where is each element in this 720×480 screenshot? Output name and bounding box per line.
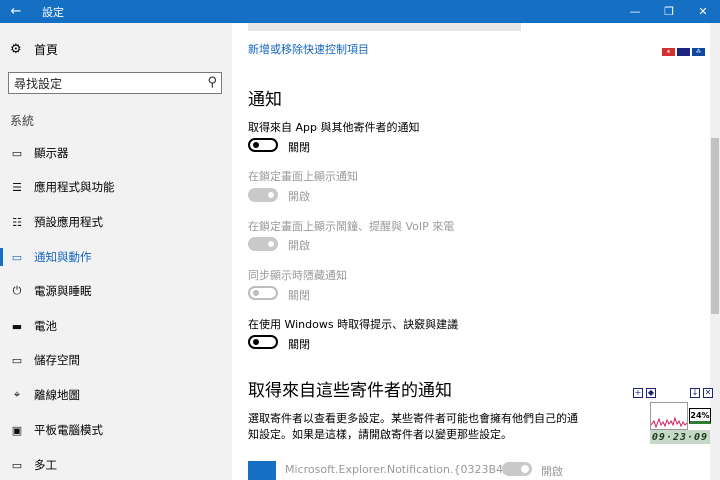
gadget-controls-left: + ◆ — [633, 388, 656, 398]
lock-screen-notifications-toggle[interactable] — [248, 188, 278, 202]
minimize-button[interactable]: — — [618, 0, 652, 23]
option-label: 在鎖定畫面上顯示鬧鐘、提醒與 VoIP 來電 — [248, 220, 455, 233]
language-flags: ★ ⁂ — [662, 48, 705, 56]
sidebar-item-label: 儲存空間 — [34, 353, 80, 367]
tips-toggle[interactable] — [248, 335, 278, 349]
settings-icon[interactable]: ◆ — [646, 388, 656, 398]
back-button[interactable]: ← — [0, 0, 32, 23]
section-label: 系統 — [10, 114, 35, 128]
down-arrow-icon[interactable]: ↓ — [690, 388, 700, 398]
toggle-knob — [268, 241, 274, 247]
sidebar-item-apps[interactable]: ☰ 應用程式與功能 — [0, 172, 232, 202]
lock-screen-alarms-toggle[interactable] — [248, 237, 278, 251]
toggle-knob — [253, 290, 259, 296]
gadget-controls-right: ↓ ✕ — [690, 388, 713, 398]
sidebar-item-storage[interactable]: ▭ 儲存空間 — [0, 345, 232, 375]
close-icon[interactable]: ✕ — [703, 388, 713, 398]
sidebar-item-default-apps[interactable]: ☷ 預設應用程式 — [0, 207, 232, 237]
quick-actions-link[interactable]: 新增或移除快速控制項目 — [248, 41, 369, 57]
search-icon[interactable]: ⚲ — [207, 75, 217, 90]
sidebar-item-tablet-mode[interactable]: ▣ 平板電腦模式 — [0, 415, 232, 445]
flag-icon[interactable]: ★ — [662, 48, 675, 56]
cpu-graph-line — [650, 416, 688, 429]
cpu-graph — [650, 402, 688, 430]
apps-list-icon: ☰ — [12, 180, 22, 194]
minimize-icon: — — [629, 5, 641, 18]
gadget-clock: 09·23·09 — [650, 430, 710, 444]
option-label: 取得來自 App 與其他寄件者的通知 — [248, 121, 420, 134]
app-notifications-toggle[interactable] — [248, 138, 278, 152]
maximize-icon: ❐ — [664, 5, 674, 18]
notification-icon: ▭ — [11, 250, 23, 264]
home-label: 首頁 — [34, 43, 59, 57]
sidebar-item-label: 顯示器 — [34, 146, 69, 160]
sidebar-item-notifications[interactable]: ▭ 通知與動作 — [0, 242, 232, 272]
close-button[interactable]: ✕ — [686, 0, 720, 23]
sidebar-item-battery[interactable]: ▬ 電池 — [0, 311, 232, 341]
sender-app-icon[interactable] — [248, 461, 276, 480]
sender-name[interactable]: Microsoft.Explorer.Notification.{0323B4A… — [285, 463, 529, 476]
sidebar-item-multitasking[interactable]: ▭ 多工 — [0, 450, 232, 480]
option-label: 同步顯示時隱藏通知 — [248, 269, 347, 282]
monitor-icon: ▭ — [11, 146, 23, 160]
toggle-knob — [253, 339, 259, 345]
scrollbar[interactable] — [710, 23, 720, 480]
sidebar-item-label: 電池 — [34, 319, 57, 333]
toggle-state: 關閉 — [288, 338, 310, 351]
previous-section-edge — [248, 23, 521, 31]
title-bar: ← 設定 — ❐ ✕ — [0, 0, 720, 23]
sidebar-item-label: 多工 — [34, 458, 57, 472]
gear-icon: ⚙ — [10, 42, 22, 57]
sidebar-item-power[interactable]: ⏻ 電源與睡眠 — [0, 276, 232, 306]
search-input[interactable]: 尋找設定 ⚲ — [8, 72, 222, 94]
sidebar-item-label: 預設應用程式 — [34, 215, 103, 229]
option-label: 在鎖定畫面上顯示通知 — [248, 170, 358, 183]
plus-icon[interactable]: + — [633, 388, 643, 398]
senders-heading: 取得來自這些寄件者的通知 — [248, 381, 452, 401]
battery-icon: ▬ — [11, 319, 23, 333]
toggle-knob — [521, 465, 529, 473]
toggle-state: 開啟 — [288, 239, 310, 252]
flag-icon[interactable] — [677, 48, 690, 56]
sidebar-item-display[interactable]: ▭ 顯示器 — [0, 138, 232, 168]
flag-icon[interactable]: ⁂ — [692, 48, 705, 56]
option-label: 在使用 Windows 時取得提示、訣竅與建議 — [248, 318, 459, 331]
window-controls: — ❐ ✕ — [618, 0, 720, 23]
scrollbar-thumb[interactable] — [711, 138, 719, 314]
sidebar: ⚙ 首頁 尋找設定 ⚲ 系統 ▭ 顯示器 ☰ 應用程式與功能 ☷ 預設應用程式 … — [0, 23, 232, 480]
toggle-knob — [253, 142, 259, 148]
cpu-percent: 24% — [689, 408, 711, 424]
senders-description: 選取寄件者以查看更多設定。某些寄件者可能也會擁有他們自己的通知設定。如果是這樣，… — [248, 412, 578, 441]
multitask-icon: ▭ — [11, 458, 23, 472]
sidebar-item-offline-maps[interactable]: ⌖ 離線地圖 — [0, 380, 232, 410]
default-apps-icon: ☷ — [12, 215, 22, 229]
toggle-knob — [268, 192, 274, 198]
back-arrow-icon: ← — [10, 4, 22, 19]
map-icon: ⌖ — [13, 388, 21, 401]
hide-when-duplicating-toggle[interactable] — [248, 286, 278, 300]
sidebar-item-label: 應用程式與功能 — [34, 180, 115, 194]
notifications-heading: 通知 — [248, 90, 282, 110]
storage-icon: ▭ — [11, 353, 23, 367]
sender-toggle[interactable] — [502, 462, 532, 476]
main-content: 新增或移除快速控制項目 通知 取得來自 App 與其他寄件者的通知 關閉 在鎖定… — [232, 23, 710, 480]
maximize-button[interactable]: ❐ — [652, 0, 686, 23]
toggle-state: 關閉 — [288, 141, 310, 154]
home-nav-item[interactable]: ⚙ 首頁 — [10, 41, 58, 58]
sidebar-item-label: 離線地圖 — [34, 388, 80, 402]
sidebar-item-label: 電源與睡眠 — [34, 284, 92, 298]
window-title: 設定 — [42, 5, 64, 19]
sender-toggle-state: 開啟 — [541, 465, 563, 478]
toggle-state: 開啟 — [288, 190, 310, 203]
search-placeholder: 尋找設定 — [14, 76, 63, 91]
tablet-icon: ▣ — [11, 423, 23, 437]
close-icon: ✕ — [698, 5, 708, 18]
toggle-state: 關閉 — [288, 289, 310, 302]
sidebar-item-label: 平板電腦模式 — [34, 423, 103, 437]
power-icon: ⏻ — [12, 284, 22, 297]
sidebar-item-label: 通知與動作 — [34, 250, 92, 264]
